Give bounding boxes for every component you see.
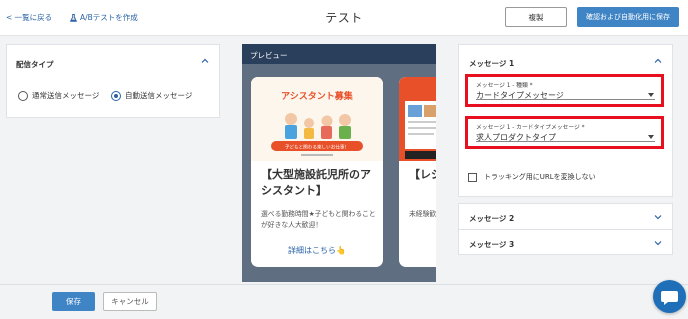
- card-image: アシスタント募集 子どもと関わる楽しいお仕事！: [251, 77, 383, 161]
- chevron-down-icon[interactable]: [654, 239, 662, 247]
- preview-card[interactable]: 【レジ店で接 未経験歓迎アルバイト: [399, 77, 436, 267]
- delivery-type-title: 配信タイプ: [16, 60, 54, 69]
- chat-icon: [661, 291, 678, 305]
- chevron-down-icon: ⌄: [72, 13, 78, 21]
- card-title: 【大型施設託児所のアシスタント】: [261, 168, 371, 197]
- caret-down-icon: [648, 93, 654, 97]
- save-and-automate-button[interactable]: 確認および自動化用に保存: [577, 7, 679, 27]
- radio-normal-message[interactable]: 通常送信メッセージ: [18, 90, 99, 101]
- preview-header: プレビュー: [242, 44, 436, 64]
- card-description: 未経験歓迎アルバイト: [409, 210, 436, 218]
- checkbox-icon[interactable]: [468, 172, 477, 182]
- tracking-url-label: トラッキング用にURLを変換しない: [484, 173, 596, 181]
- delivery-type-panel: 配信タイプ 通常送信メッセージ 自動送信メッセージ: [6, 44, 220, 118]
- recruit-illustration: アシスタント募集 子どもと関わる楽しいお仕事！: [251, 77, 383, 161]
- preview-card[interactable]: アシスタント募集 子どもと関わる楽しいお仕事！ 【大型施設託児所のアシスタント】…: [251, 77, 383, 267]
- card-title: 【レジ店で接: [409, 168, 436, 181]
- cancel-button[interactable]: キャンセル: [103, 292, 157, 311]
- card-type-label: メッセージ 1 - カードタイプメッセージ *: [476, 125, 585, 131]
- caret-down-icon: [648, 135, 654, 139]
- card-image: [399, 77, 436, 161]
- message-3-title[interactable]: メッセージ 3: [469, 239, 514, 250]
- preview-panel: プレビュー アシスタント募集 子どもと関わる楽しいお仕事！ 【大型施設託児所のア…: [242, 44, 436, 282]
- image-banner: 子どもと関わる楽しいお仕事！: [285, 144, 349, 151]
- message-1-title: メッセージ 1: [469, 59, 515, 68]
- card-detail-link[interactable]: 詳細はこちら👆: [251, 245, 383, 256]
- radio-label: 通常送信メッセージ: [32, 91, 100, 100]
- chevron-up-icon[interactable]: [201, 57, 209, 65]
- chevron-up-icon[interactable]: [654, 57, 662, 65]
- save-button[interactable]: 保存: [52, 292, 95, 311]
- chat-button[interactable]: [653, 280, 686, 313]
- card-type-select[interactable]: メッセージ 1 - カードタイプメッセージ * 求人プロダクトタイプ: [465, 116, 664, 149]
- create-ab-test-dropdown[interactable]: A/Bテストを作成 ⌄: [70, 12, 138, 23]
- message-type-select[interactable]: メッセージ 1 - 種類 * カードタイプメッセージ: [465, 74, 664, 107]
- radio-auto-message[interactable]: 自動送信メッセージ: [111, 90, 192, 101]
- radio-unchecked-icon[interactable]: [18, 90, 28, 101]
- radio-label: 自動送信メッセージ: [125, 91, 193, 100]
- back-to-list-link[interactable]: < 一覧に戻る: [6, 12, 52, 23]
- chevron-down-icon[interactable]: [654, 213, 662, 221]
- store-illustration: [399, 77, 436, 161]
- copy-button[interactable]: 複製: [505, 7, 567, 27]
- tracking-url-checkbox[interactable]: トラッキング用にURLを変換しない: [468, 172, 596, 182]
- image-heading: アシスタント募集: [281, 90, 354, 102]
- radio-checked-icon[interactable]: [111, 90, 121, 101]
- ab-test-label: A/Bテストを作成: [80, 13, 138, 22]
- top-header: < 一覧に戻る A/Bテストを作成 ⌄ テスト 複製 確認および自動化用に保存: [0, 0, 688, 36]
- message-2-title[interactable]: メッセージ 2: [469, 213, 514, 224]
- message-accordion: メッセージ 2 メッセージ 3: [458, 203, 673, 255]
- message-type-label: メッセージ 1 - 種類 *: [476, 83, 533, 89]
- card-description: 選べる勤務時間★子どもと関わることが好きな人大歓迎！: [261, 210, 376, 229]
